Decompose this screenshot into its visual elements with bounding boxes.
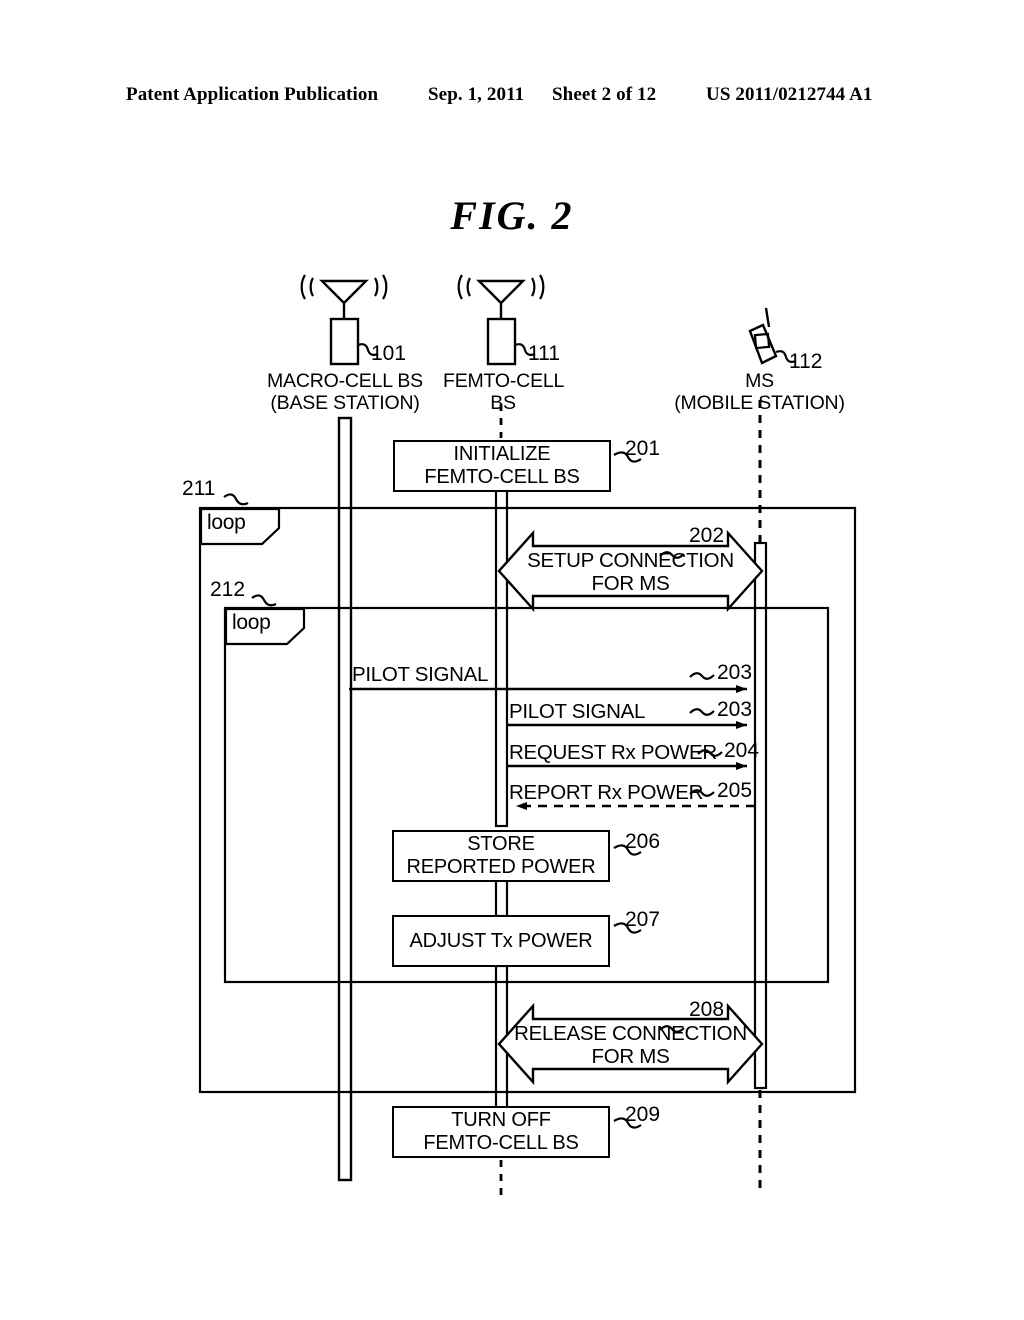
ref-num-204: 204 — [724, 739, 760, 762]
process-209-line1: TURN OFF — [451, 1109, 551, 1131]
actor-label-mobile-station: MS (MOBILE STATION) — [672, 370, 847, 414]
process-206-line2: REPORTED POWER — [406, 856, 596, 878]
message-202-label: SETUP CONNECTION FOR MS — [508, 549, 753, 595]
message-202-line1: SETUP CONNECTION — [527, 549, 734, 572]
actor-label-macro-line1: MACRO-CELL BS — [267, 370, 423, 392]
message-203b-label: PILOT SIGNAL — [509, 700, 646, 723]
ref-num-207: 207 — [625, 908, 661, 931]
process-207-line1: ADJUST Tx POWER — [409, 929, 593, 952]
actor-label-femto-line2: BS — [490, 392, 516, 414]
loop-label-inner: loop — [232, 611, 271, 634]
process-box-206: STORE REPORTED POWER — [392, 830, 610, 882]
actor-label-ms-line2: (MOBILE STATION) — [674, 392, 845, 414]
process-box-209: TURN OFF FEMTO-CELL BS — [392, 1106, 610, 1158]
ref-num-208: 208 — [689, 998, 725, 1021]
process-201-line1: INITIALIZE — [453, 443, 551, 465]
message-208-line1: RELEASE CONNECTION — [514, 1022, 747, 1045]
ref-num-202: 202 — [689, 524, 725, 547]
message-208-line2: FOR MS — [591, 1045, 670, 1068]
ref-num-205: 205 — [717, 779, 753, 802]
lifeline-macro-cell-bs — [337, 416, 353, 1182]
lifeline-mobile-station — [753, 400, 768, 1195]
ref-num-203b: 203 — [717, 698, 753, 721]
process-206-line1: STORE — [467, 833, 535, 855]
message-202-line2: FOR MS — [591, 572, 670, 595]
message-203a-label: PILOT SIGNAL — [352, 663, 489, 686]
actor-label-femto-cell-bs: FEMTO-CELL BS — [443, 370, 565, 414]
ref-num-211: 211 — [182, 477, 216, 500]
process-209-line2: FEMTO-CELL BS — [423, 1132, 579, 1154]
ref-num-209: 209 — [625, 1103, 661, 1126]
ref-num-212: 212 — [210, 578, 246, 601]
ref-num-112: 112 — [789, 350, 823, 373]
message-208-label: RELEASE CONNECTION FOR MS — [508, 1022, 753, 1068]
ref-num-101: 101 — [371, 342, 407, 365]
ref-num-111: 111 — [528, 342, 560, 365]
ref-num-206: 206 — [625, 830, 661, 853]
process-201-line2: FEMTO-CELL BS — [424, 466, 580, 488]
lifeline-femto-cell-bs — [494, 404, 509, 1195]
process-box-201: INITIALIZE FEMTO-CELL BS — [393, 440, 611, 492]
message-205-label: REPORT Rx POWER — [509, 781, 704, 804]
ref-num-201: 201 — [625, 437, 661, 460]
process-box-207: ADJUST Tx POWER — [392, 915, 610, 967]
ref-num-203a: 203 — [717, 661, 753, 684]
actor-label-macro-cell-bs: MACRO-CELL BS (BASE STATION) — [264, 370, 426, 414]
actor-label-macro-line2: (BASE STATION) — [270, 392, 420, 414]
loop-label-outer: loop — [207, 511, 246, 534]
message-204-label: REQUEST Rx POWER — [509, 741, 717, 764]
actor-label-femto-line1: FEMTO-CELL — [443, 370, 565, 392]
